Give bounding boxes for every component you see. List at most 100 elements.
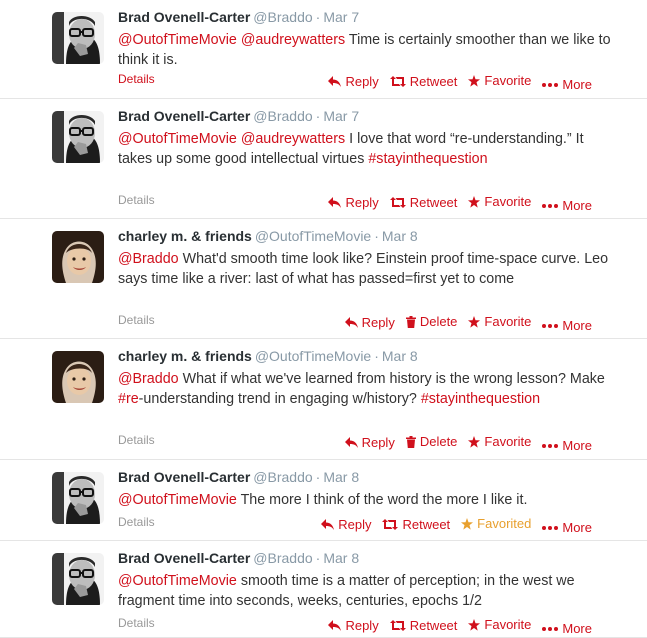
- tweet-item[interactable]: Brad Ovenell-Carter @Braddo · Mar 7 @OutofTi…: [0, 99, 647, 219]
- tweet-link[interactable]: @OutofTimeMovie: [118, 492, 237, 508]
- tweet-item[interactable]: charley m. & friends @OutofTimeMovie · Mar …: [0, 339, 647, 460]
- author-handle[interactable]: @Braddo: [253, 469, 312, 485]
- reply-button[interactable]: Reply: [321, 517, 371, 532]
- favorite-button[interactable]: Favorite: [468, 617, 531, 632]
- separator-dot: ·: [315, 108, 321, 124]
- details-link[interactable]: Details: [118, 193, 155, 207]
- more-label: More: [562, 318, 592, 333]
- separator-dot: ·: [315, 9, 321, 25]
- tweet-link[interactable]: @Braddo: [118, 251, 179, 267]
- more-button[interactable]: More: [542, 438, 592, 453]
- tweet-timestamp[interactable]: Mar 7: [323, 9, 359, 25]
- tweet-link[interactable]: @audreywatters: [241, 131, 345, 147]
- reply-icon: [328, 75, 345, 87]
- tweet-header: Brad Ovenell-Carter @Braddo · Mar 7: [118, 108, 359, 124]
- retweet-label: Retweet: [409, 194, 458, 210]
- reply-button[interactable]: Reply: [328, 618, 379, 633]
- reply-label: Reply: [345, 73, 379, 89]
- tweet-link[interactable]: @OutofTimeMovie: [118, 131, 237, 147]
- author-name[interactable]: Brad Ovenell-Carter: [118, 550, 250, 566]
- tweet-link[interactable]: @audreywatters: [241, 32, 345, 48]
- retweet-button[interactable]: Retweet: [382, 517, 450, 532]
- tweet-link[interactable]: #re: [118, 391, 139, 407]
- favorite-button[interactable]: Favorite: [468, 73, 531, 88]
- tweet-timestamp[interactable]: Mar 7: [323, 108, 359, 124]
- reply-icon: [344, 436, 362, 448]
- author-name[interactable]: Brad Ovenell-Carter: [118, 469, 250, 485]
- favorite-button[interactable]: Favorited: [461, 516, 531, 531]
- reply-button[interactable]: Reply: [344, 315, 395, 330]
- favorite-button[interactable]: Favorite: [468, 434, 531, 449]
- star-icon: [468, 618, 484, 631]
- favorite-button[interactable]: Favorite: [468, 194, 531, 209]
- delete-label: Delete: [419, 314, 458, 329]
- tweet-timestamp[interactable]: Mar 8: [382, 228, 418, 244]
- tweet-actions: Reply Retweet Favorite More: [317, 73, 592, 92]
- favorite-button[interactable]: Favorite: [468, 314, 531, 329]
- details-link[interactable]: Details: [118, 313, 155, 327]
- tweet-link[interactable]: @Braddo: [118, 371, 179, 387]
- avatar[interactable]: [52, 231, 104, 283]
- details-link[interactable]: Details: [118, 515, 155, 529]
- retweet-label: Retweet: [402, 516, 451, 532]
- tweet-link[interactable]: #stayinthequestion: [421, 391, 540, 407]
- star-icon: [461, 517, 477, 530]
- tweet-text: @OutofTimeMovie smooth time is a matter …: [118, 571, 618, 611]
- author-name[interactable]: charley m. & friends: [118, 228, 252, 244]
- delete-button[interactable]: Delete: [405, 314, 458, 329]
- reply-button[interactable]: Reply: [328, 73, 379, 89]
- tweet-timestamp[interactable]: Mar 8: [382, 348, 418, 364]
- retweet-button[interactable]: Retweet: [389, 73, 458, 89]
- tweet-item[interactable]: Brad Ovenell-Carter @Braddo · Mar 8 @OutofTi…: [0, 541, 647, 638]
- avatar[interactable]: [52, 12, 104, 64]
- author-handle[interactable]: @OutofTimeMovie: [255, 348, 371, 364]
- more-button[interactable]: More: [542, 318, 592, 333]
- star-icon: [468, 195, 484, 208]
- reply-button[interactable]: Reply: [344, 435, 395, 450]
- reply-button[interactable]: Reply: [328, 195, 379, 210]
- author-handle[interactable]: @Braddo: [253, 9, 312, 25]
- retweet-button[interactable]: Retweet: [389, 617, 458, 633]
- avatar[interactable]: [52, 553, 104, 605]
- star-icon: [468, 315, 484, 328]
- more-button[interactable]: More: [542, 198, 592, 213]
- author-name[interactable]: Brad Ovenell-Carter: [118, 9, 250, 25]
- separator-dot: ·: [374, 348, 379, 364]
- tweet-link[interactable]: #stayinthequestion: [368, 151, 487, 167]
- author-name[interactable]: Brad Ovenell-Carter: [118, 108, 250, 124]
- details-link[interactable]: Details: [118, 616, 155, 630]
- avatar[interactable]: [52, 351, 104, 403]
- author-name[interactable]: charley m. & friends: [118, 348, 252, 364]
- retweet-label: Retweet: [409, 73, 458, 89]
- retweet-label: Retweet: [409, 617, 458, 633]
- tweet-timestamp[interactable]: Mar 8: [323, 469, 359, 485]
- star-icon: [468, 74, 484, 87]
- delete-button[interactable]: Delete: [405, 434, 457, 449]
- author-handle[interactable]: @Braddo: [253, 108, 312, 124]
- more-label: More: [562, 520, 592, 535]
- star-icon: [468, 435, 484, 448]
- details-link[interactable]: Details: [118, 72, 155, 86]
- tweet-link[interactable]: @OutofTimeMovie: [118, 32, 237, 48]
- tweet-link[interactable]: @OutofTimeMovie: [118, 573, 237, 589]
- tweet-timestamp[interactable]: Mar 8: [323, 550, 359, 566]
- retweet-button[interactable]: Retweet: [389, 194, 458, 210]
- more-button[interactable]: More: [542, 621, 592, 636]
- more-button[interactable]: More: [542, 77, 592, 92]
- favorite-label: Favorite: [484, 73, 532, 88]
- author-handle[interactable]: @Braddo: [253, 550, 312, 566]
- separator-dot: ·: [374, 228, 379, 244]
- tweet-header: Brad Ovenell-Carter @Braddo · Mar 8: [118, 550, 359, 566]
- more-button[interactable]: More: [542, 520, 592, 535]
- favorite-label: Favorite: [484, 194, 532, 209]
- tweet-actions: Reply Delete Favorite More: [334, 314, 592, 333]
- more-dots-icon: [542, 203, 562, 208]
- delete-icon: [405, 435, 420, 448]
- author-handle[interactable]: @OutofTimeMovie: [255, 228, 371, 244]
- avatar[interactable]: [52, 111, 104, 163]
- tweet-item[interactable]: charley m. & friends @OutofTimeMovie · Mar …: [0, 219, 647, 339]
- tweet-item[interactable]: Brad Ovenell-Carter @Braddo · Mar 8 @OutofTi…: [0, 460, 647, 541]
- tweet-item[interactable]: Brad Ovenell-Carter @Braddo · Mar 7 @OutofTi…: [0, 0, 647, 99]
- details-link[interactable]: Details: [118, 433, 155, 447]
- avatar[interactable]: [52, 472, 104, 524]
